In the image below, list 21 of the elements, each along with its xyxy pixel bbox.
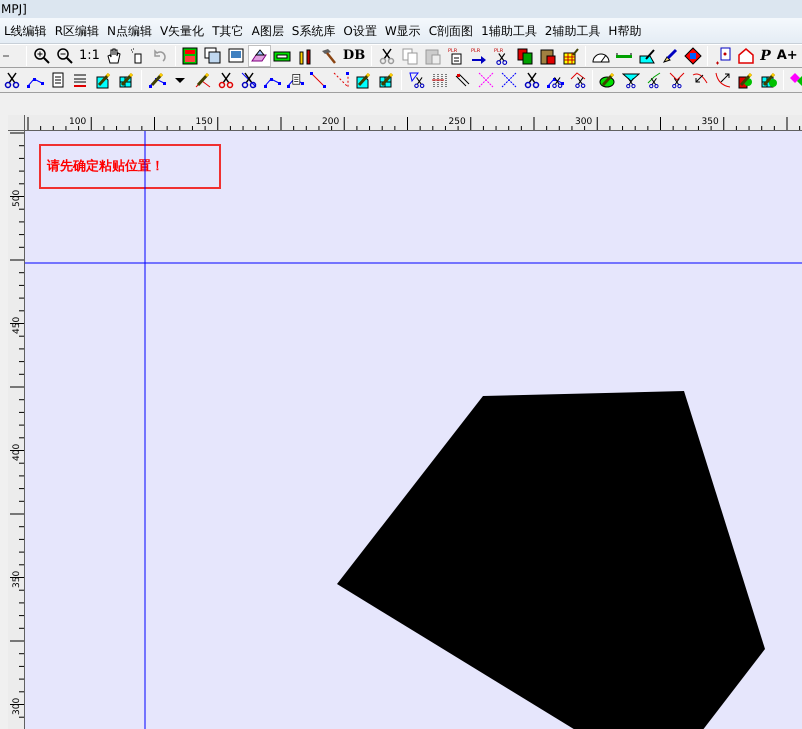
menu-item[interactable]: S系统库 bbox=[288, 24, 340, 36]
layers-icon[interactable] bbox=[248, 45, 271, 67]
database-button[interactable]: DB bbox=[340, 45, 368, 67]
menu-item[interactable]: W显示 bbox=[380, 24, 425, 36]
menu-item[interactable]: O设置 bbox=[339, 24, 381, 36]
menu-item[interactable]: T其它 bbox=[208, 24, 248, 36]
menu-item[interactable]: 1辅助工具 bbox=[477, 24, 541, 36]
ruler-corner bbox=[8, 115, 25, 131]
p-button[interactable]: P bbox=[757, 45, 774, 67]
menu-item[interactable]: C剖面图 bbox=[424, 24, 478, 36]
actual-size-button[interactable]: 1:1 bbox=[76, 45, 103, 67]
window-title: MPJ] bbox=[1, 3, 27, 15]
menu-item[interactable]: V矢量化 bbox=[156, 24, 208, 36]
menu-item[interactable]: N点编辑 bbox=[103, 24, 156, 36]
menu-item[interactable]: H帮助 bbox=[604, 24, 646, 36]
menu-item[interactable]: L线编辑 bbox=[0, 24, 51, 36]
horizontal-ruler: 100 150 200 250 300 350 bbox=[25, 115, 802, 131]
menu-item[interactable]: 2辅助工具 bbox=[540, 24, 604, 36]
a-plus-button[interactable]: A+ bbox=[774, 45, 801, 67]
menu-item[interactable]: A图层 bbox=[248, 24, 288, 36]
menu-item[interactable]: R区编辑 bbox=[50, 24, 104, 36]
